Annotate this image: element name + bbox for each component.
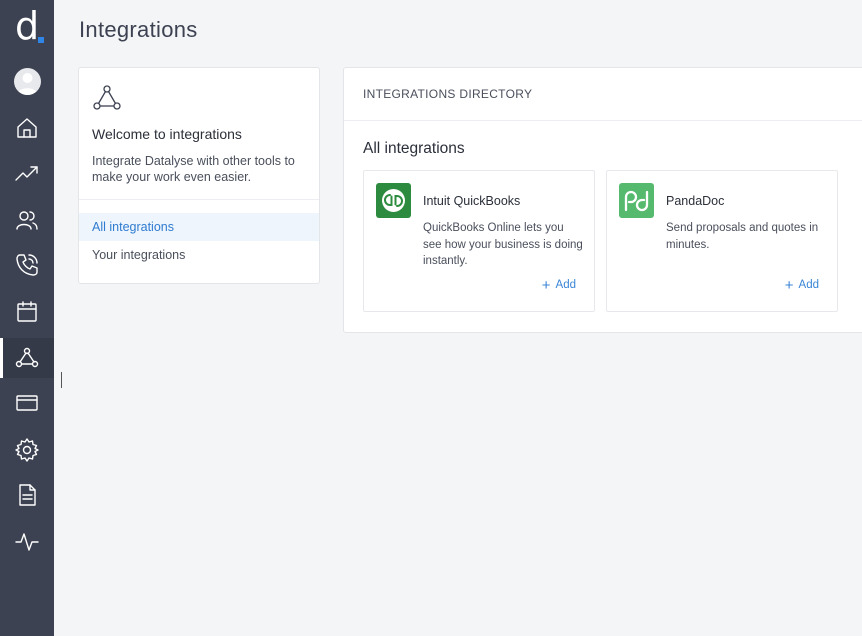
users-icon <box>16 211 38 230</box>
quickbooks-icon <box>382 189 405 212</box>
integrations-icon <box>15 347 39 368</box>
directory-header: INTEGRATIONS DIRECTORY <box>363 87 533 101</box>
integration-name: Intuit QuickBooks <box>423 194 521 208</box>
settings-gear-icon <box>15 438 39 462</box>
welcome-title: Welcome to integrations <box>92 126 242 142</box>
integration-card-quickbooks: Intuit QuickBooks QuickBooks Online lets… <box>363 170 595 312</box>
sidebar-item-billing[interactable] <box>0 383 54 423</box>
sidebar-item-activity[interactable] <box>0 522 54 562</box>
integration-description: QuickBooks Online lets you see how your … <box>423 222 583 267</box>
add-label: Add <box>798 279 819 291</box>
divider <box>344 120 862 121</box>
plus-icon: + <box>784 276 794 294</box>
phone-icon <box>16 254 38 276</box>
sidebar-item-integrations[interactable] <box>0 338 54 378</box>
sidebar-item-settings[interactable] <box>0 430 54 470</box>
sidebar-item-calls[interactable] <box>0 245 54 285</box>
welcome-description: Integrate Datalyse with other tools to m… <box>92 154 295 184</box>
integrations-directory-panel: INTEGRATIONS DIRECTORY All integrations … <box>343 67 862 333</box>
document-icon <box>19 484 36 506</box>
integration-card-pandadoc: PandaDoc Send proposals and quotes in mi… <box>606 170 838 312</box>
add-quickbooks-button[interactable]: + Add <box>541 276 576 294</box>
home-icon <box>17 118 37 138</box>
credit-card-icon <box>16 395 38 411</box>
sidebar-item-calendar[interactable] <box>0 292 54 332</box>
activity-icon <box>15 533 39 551</box>
logo-dot <box>38 37 44 43</box>
section-title: All integrations <box>363 140 465 157</box>
plus-icon: + <box>541 276 551 294</box>
quickbooks-logo <box>376 183 411 218</box>
integration-name: PandaDoc <box>666 194 725 208</box>
pandadoc-logo <box>619 183 654 218</box>
user-avatar-icon <box>17 73 38 95</box>
trending-up-icon <box>15 166 38 181</box>
calendar-icon <box>17 301 37 322</box>
sidebar-item-contacts[interactable] <box>0 200 54 240</box>
sidebar-nav: d <box>0 0 54 636</box>
sidebar-item-home[interactable] <box>0 108 54 148</box>
text-cursor <box>61 372 62 388</box>
welcome-panel: Welcome to integrations Integrate Dataly… <box>78 67 320 284</box>
sidebar-item-reports[interactable] <box>0 154 54 194</box>
integration-description: Send proposals and quotes in minutes. <box>666 222 819 251</box>
add-pandadoc-button[interactable]: + Add <box>784 276 819 294</box>
divider <box>79 199 319 200</box>
add-label: Add <box>555 279 576 291</box>
app-logo[interactable]: d <box>0 4 54 48</box>
logo-letter: d <box>14 4 40 48</box>
page-title: Integrations <box>79 17 198 42</box>
sidebar-item-documents[interactable] <box>0 475 54 515</box>
menu-item-all-integrations[interactable]: All integrations <box>79 213 319 241</box>
integrations-icon <box>92 84 122 112</box>
pandadoc-icon <box>624 190 649 211</box>
avatar[interactable] <box>14 68 41 95</box>
menu-item-your-integrations[interactable]: Your integrations <box>79 241 319 269</box>
